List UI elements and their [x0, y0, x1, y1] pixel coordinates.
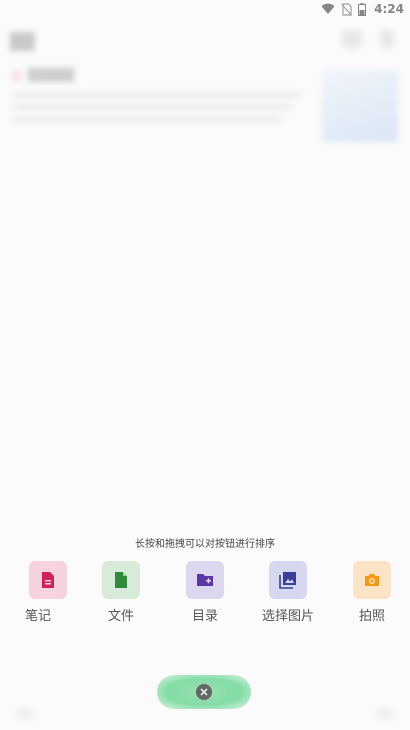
- action-camera-tile[interactable]: [353, 561, 391, 599]
- camera-icon: [365, 574, 379, 586]
- action-camera-label: 拍照: [358, 609, 385, 624]
- folder-add-icon: [197, 574, 213, 586]
- close-icon[interactable]: [196, 684, 212, 700]
- action-image-label: 选择图片: [261, 609, 314, 624]
- action-file-label: 文件: [107, 609, 134, 624]
- action-image-tile[interactable]: [269, 561, 307, 599]
- file-icon: [115, 572, 127, 588]
- action-file[interactable]: 文件: [91, 561, 151, 631]
- close-menu-button[interactable]: [157, 675, 251, 709]
- action-camera[interactable]: 拍照: [342, 561, 402, 631]
- action-image[interactable]: 选择图片: [258, 561, 318, 631]
- action-folder-label: 目录: [191, 609, 218, 624]
- note-icon: [42, 572, 54, 588]
- quick-actions: 笔记 文件 目录 选择图片 拍照: [0, 561, 410, 631]
- action-file-tile[interactable]: [102, 561, 140, 599]
- sort-hint: 长按和拖拽可以对按钮进行排序: [135, 539, 275, 550]
- action-note-tile[interactable]: [29, 561, 67, 599]
- action-note[interactable]: 笔记: [8, 561, 68, 631]
- action-note-label: 笔记: [24, 609, 51, 624]
- action-folder[interactable]: 目录: [175, 561, 235, 631]
- action-folder-tile[interactable]: [186, 561, 224, 599]
- image-icon: [279, 572, 296, 589]
